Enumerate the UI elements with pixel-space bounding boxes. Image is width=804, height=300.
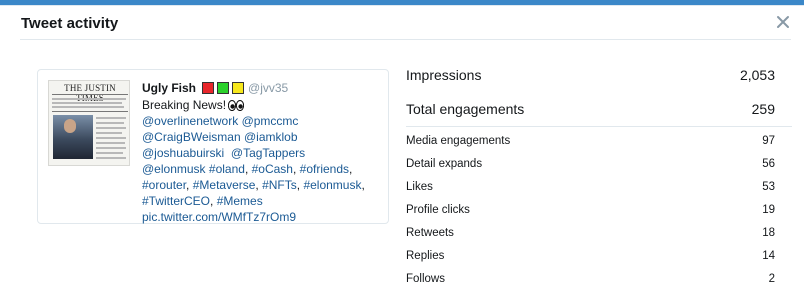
thumbnail-text-line [96, 152, 123, 154]
author-name[interactable]: Ugly Fish [142, 81, 196, 95]
metric-value: 18 [762, 227, 775, 239]
metric-label: Retweets [406, 227, 454, 239]
tweet-line: Breaking News! [142, 97, 380, 113]
mention-link[interactable]: @CraigBWeisman [142, 130, 241, 144]
close-icon[interactable] [775, 14, 791, 30]
metric-row: Detail expands 56 [406, 158, 775, 174]
metric-row: Retweets 18 [406, 227, 775, 243]
hashtag-link[interactable]: #Memes [217, 194, 263, 208]
metric-total-engagements: Total engagements 259 [406, 101, 775, 123]
metric-value: 2,053 [739, 67, 775, 83]
metric-label: Follows [406, 273, 445, 285]
metric-label: Detail expands [406, 158, 483, 170]
thumbnail-photo-face [64, 119, 76, 133]
metric-impressions: Impressions 2,053 [406, 67, 775, 89]
red-square-emoji [202, 82, 215, 94]
hashtag-link[interactable]: #NFTs [262, 178, 297, 192]
tweet-breaking-news: Breaking News! [142, 98, 227, 112]
thumbnail-rule [52, 94, 128, 95]
mention-link[interactable]: @TagTappers [231, 146, 305, 160]
hashtag-link[interactable]: #Metaverse [193, 178, 256, 192]
metric-label: Replies [406, 250, 445, 262]
metric-row: Follows 2 [406, 273, 775, 289]
tweet-line: @overlinenetwork @pmccmc [142, 113, 380, 129]
green-square-emoji [217, 82, 230, 94]
thumbnail-text-line [96, 127, 126, 129]
media-link[interactable]: pic.twitter.com/WMfTz7rOm9 [142, 210, 296, 224]
tweet-author: Ugly Fish @jvv35 [142, 80, 288, 96]
tweet-line: @joshuabuirski @TagTappers [142, 145, 380, 161]
hashtag-link[interactable]: #TwitterCEO [142, 194, 210, 208]
mention-link[interactable]: @overlinenetwork [142, 114, 238, 128]
metric-value: 14 [762, 250, 775, 262]
hashtag-link[interactable]: #ofriends [300, 162, 349, 176]
tweet-card[interactable]: THE JUSTIN TIMES Ugly Fish @jvv35 Breaki… [37, 69, 389, 224]
mention-link[interactable]: @iamklob [244, 130, 298, 144]
metric-label: Profile clicks [406, 204, 470, 216]
metric-label: Total engagements [406, 101, 525, 117]
metric-value: 19 [762, 204, 775, 216]
thumbnail-headline-line [52, 102, 122, 104]
thumbnail-rule [52, 111, 128, 112]
thumbnail-newspaper-title: THE JUSTIN TIMES [64, 83, 116, 103]
metric-label: Impressions [406, 67, 482, 83]
metric-value: 259 [751, 101, 775, 117]
author-handle[interactable]: @jvv35 [248, 81, 288, 95]
metric-label: Likes [406, 181, 433, 193]
metric-label: Media engagements [406, 135, 511, 147]
tweet-line: @elonmusk #oland, #oCash, #ofriends, [142, 162, 353, 176]
header-divider [20, 39, 791, 40]
mention-link[interactable]: @pmccmc [242, 114, 299, 128]
thumbnail-text-line [96, 122, 124, 124]
hashtag-link[interactable]: #orouter [142, 178, 186, 192]
eyes-emoji-icon [227, 99, 245, 111]
tweet-line: #orouter, #Metaverse, #NFTs, #elonmusk, [142, 178, 365, 192]
thumbnail-text-line [96, 157, 126, 159]
thumbnail-headline-line [52, 106, 124, 108]
dialog-title: Tweet activity [21, 15, 119, 32]
tweet-line: pic.twitter.com/WMfTz7rOm9 [142, 209, 380, 225]
thumbnail-text-line [96, 147, 126, 149]
tweet-line: #TwitterCEO, #Memes [142, 194, 263, 208]
yellow-square-emoji [232, 82, 245, 94]
metrics-divider [406, 126, 792, 127]
metric-value: 56 [762, 158, 775, 170]
thumbnail-text-line [96, 142, 125, 144]
mention-link[interactable]: @joshuabuirski [142, 146, 224, 160]
metric-row: Replies 14 [406, 250, 775, 266]
dialog-header: Tweet activity [0, 6, 804, 40]
tweet-text: Breaking News! @overlinenetwork @pmccmc … [142, 97, 380, 225]
mention-link[interactable]: @elonmusk [142, 162, 206, 176]
tweet-line: @CraigBWeisman @iamklob [142, 129, 380, 145]
hashtag-link[interactable]: #oCash [252, 162, 293, 176]
metric-row: Likes 53 [406, 181, 775, 197]
tweet-media-thumbnail[interactable]: THE JUSTIN TIMES [48, 80, 130, 166]
metric-row: Media engagements 97 [406, 135, 775, 151]
metric-row: Profile clicks 19 [406, 204, 775, 220]
metric-value: 2 [768, 273, 775, 285]
thumbnail-text-line [96, 132, 122, 134]
thumbnail-text-line [96, 137, 126, 139]
hashtag-link[interactable]: #elonmusk [303, 178, 361, 192]
hashtag-link[interactable]: #oland [209, 162, 245, 176]
metric-value: 53 [762, 181, 775, 193]
thumbnail-text-line [96, 117, 126, 119]
thumbnail-headline-line [52, 98, 126, 100]
metric-value: 97 [762, 135, 775, 147]
